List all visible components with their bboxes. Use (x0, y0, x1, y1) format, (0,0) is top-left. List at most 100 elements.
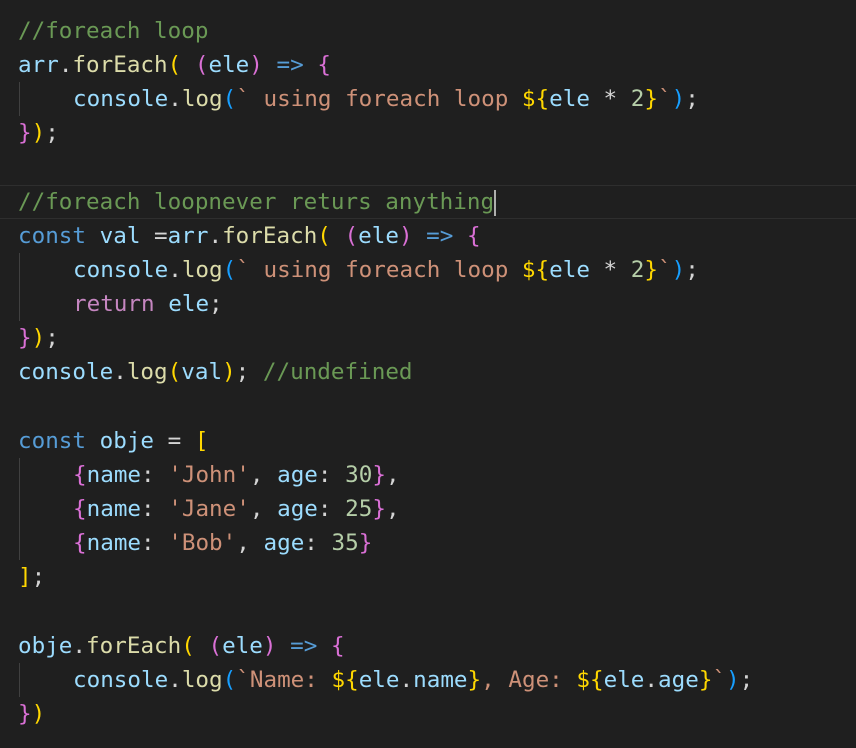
punct: ; (685, 86, 699, 112)
arrow-operator: => (426, 223, 454, 249)
interp-close: } (467, 667, 482, 693)
punct: ; (235, 359, 263, 385)
identifier-console: console (73, 86, 169, 112)
brace: } (18, 701, 32, 727)
bracket: ( (222, 86, 237, 112)
number: 30 (345, 462, 373, 488)
indent-guide (19, 253, 20, 321)
identifier-console: console (73, 257, 169, 283)
bracket: ) (31, 325, 46, 351)
interp-open: ${ (331, 667, 359, 693)
code-line[interactable]: {name: 'Jane', age: 25}, (73, 492, 400, 526)
prop-name: name (86, 530, 142, 556)
brace: } (18, 120, 32, 146)
code-editor[interactable]: //foreach loop arr.forEach( (ele) => { c… (0, 0, 856, 748)
template-tick: ` (657, 257, 672, 283)
bracket: ( (222, 257, 237, 283)
template-text: using foreach loop (249, 86, 522, 112)
code-line[interactable]: }); (18, 116, 59, 150)
punct: , (249, 462, 278, 488)
code-line[interactable]: }); (18, 321, 59, 355)
punct: . (208, 223, 223, 249)
code-line[interactable]: {name: 'Bob', age: 35} (73, 526, 372, 560)
prop-age: age (277, 496, 318, 522)
punct: ; (209, 291, 223, 317)
code-line[interactable]: console.log(`Name: ${ele.name}, Age: ${e… (73, 663, 753, 697)
punct: ; (45, 120, 59, 146)
punct: , (236, 530, 264, 556)
punct: . (168, 667, 182, 693)
punct: . (72, 633, 87, 659)
prop-age: age (277, 462, 318, 488)
identifier-arr: arr (167, 223, 209, 249)
bracket: ) (249, 52, 263, 78)
interp-close: } (698, 667, 713, 693)
identifier-console: console (73, 667, 169, 693)
string: 'Bob' (168, 530, 237, 556)
template-text: Name: (249, 667, 332, 693)
code-line[interactable]: const obje = [ (18, 424, 208, 458)
number: 2 (630, 86, 645, 112)
brace: { (466, 223, 481, 249)
bracket: ( (167, 52, 182, 78)
template-tick: ` (712, 667, 727, 693)
param-ele: ele (549, 86, 590, 112)
bracket: ( (222, 667, 237, 693)
bracket: ( (317, 223, 331, 249)
brace: { (73, 462, 87, 488)
number: 2 (630, 257, 645, 283)
brace: { (73, 530, 87, 556)
code-line[interactable]: console.log(` using foreach loop ${ele *… (73, 253, 699, 287)
keyword-const: const (18, 223, 87, 249)
bracket: ( (344, 223, 359, 249)
bracket: ] (18, 564, 32, 590)
param-ele: ele (358, 223, 399, 249)
template-text: using foreach loop (249, 257, 522, 283)
indent-guide (19, 663, 20, 697)
code-line[interactable]: {name: 'John', age: 30}, (73, 458, 400, 492)
code-line[interactable]: console.log(val); //undefined (18, 355, 413, 389)
interp-open: ${ (521, 86, 550, 112)
code-line[interactable]: //foreach loop (18, 14, 208, 48)
method-foreach: forEach (72, 52, 168, 78)
punct: : (317, 496, 346, 522)
punct: , (249, 496, 278, 522)
param-ele: ele (208, 52, 250, 78)
identifier-obje: obje (18, 633, 73, 659)
comment: //undefined (262, 359, 413, 385)
punct: , (385, 462, 400, 488)
bracket: [ (194, 428, 209, 454)
punct: . (168, 257, 182, 283)
bracket: ) (398, 223, 413, 249)
brace: { (317, 52, 331, 78)
code-line[interactable]: obje.forEach( (ele) => { (18, 629, 345, 663)
comment: //foreach loop (18, 18, 209, 44)
brace: { (330, 633, 345, 659)
code-line[interactable]: }) (18, 697, 45, 731)
indent-guide (19, 82, 20, 116)
bracket: ) (262, 633, 277, 659)
code-line[interactable]: const val =arr.forEach( (ele) => { (18, 219, 481, 253)
bracket: ( (181, 633, 195, 659)
interp-open: ${ (521, 257, 550, 283)
operator: = (154, 428, 195, 454)
code-line[interactable]: arr.forEach( (ele) => { (18, 48, 331, 82)
bracket: ) (671, 86, 686, 112)
operator: = (140, 223, 168, 249)
method-foreach: forEach (86, 633, 182, 659)
interp-open: ${ (576, 667, 604, 693)
code-line[interactable]: ]; (18, 560, 45, 594)
indent-guide (19, 458, 20, 560)
punct: ; (45, 325, 59, 351)
prop-name: name (86, 496, 142, 522)
bracket: ( (208, 633, 223, 659)
current-line[interactable]: //foreach loopnever returs anything (0, 185, 856, 219)
code-line[interactable]: console.log(` using foreach loop ${ele *… (73, 82, 699, 116)
code-line[interactable]: return ele; (73, 287, 223, 321)
text-cursor (494, 189, 497, 216)
template-tick: ` (236, 257, 250, 283)
